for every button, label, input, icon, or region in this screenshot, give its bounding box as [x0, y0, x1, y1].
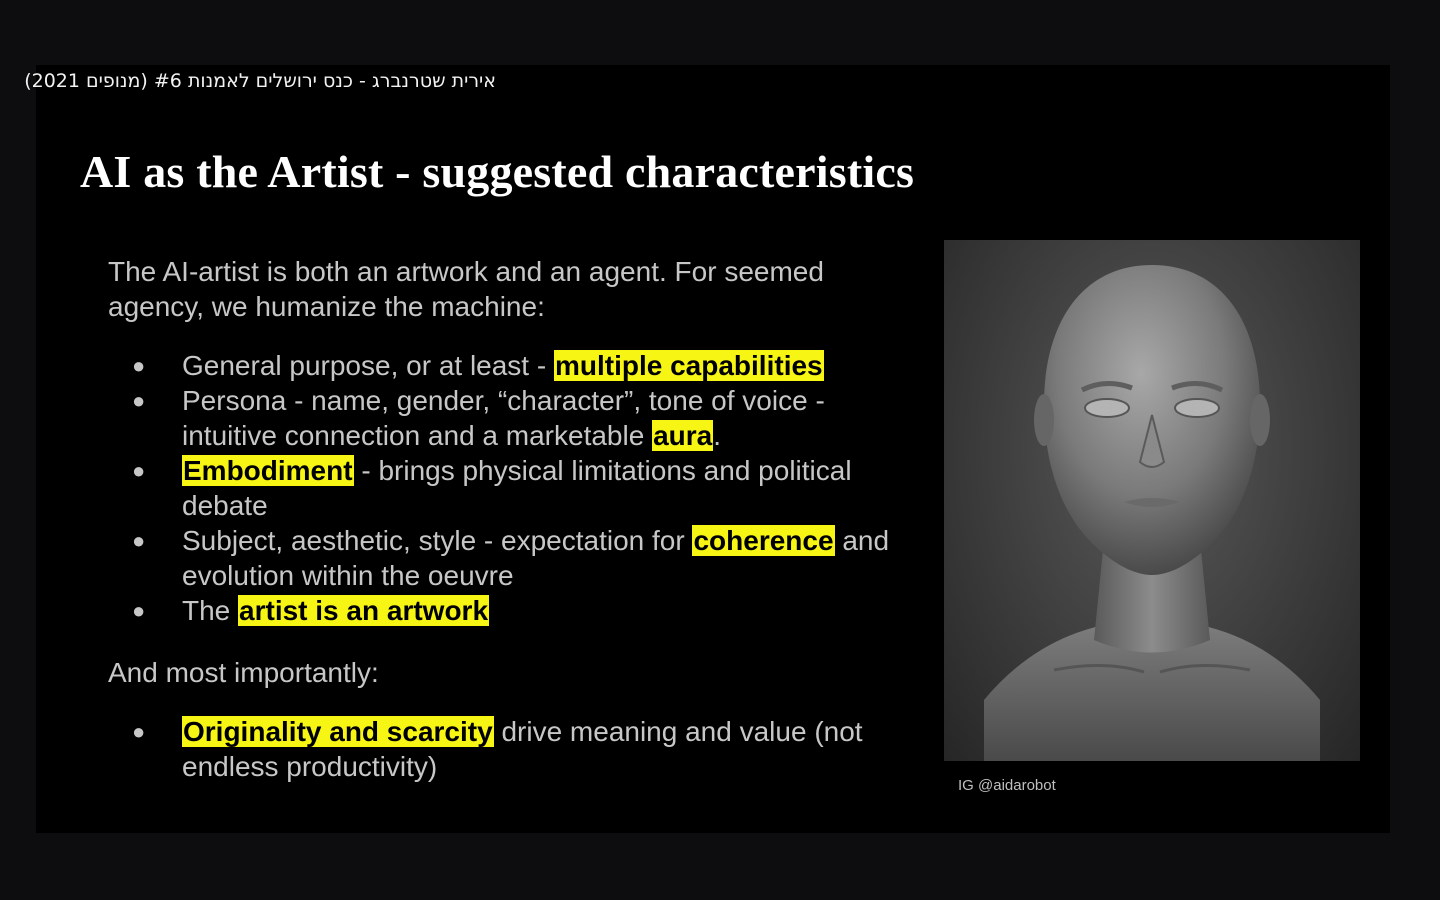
item-text: General purpose, or at least -	[182, 350, 554, 381]
item-text-after: .	[713, 420, 722, 451]
slide-intro: The AI-artist is both an artwork and an …	[108, 256, 824, 322]
slide-title: AI as the Artist - suggested characteris…	[80, 146, 915, 197]
characteristics-list: ● General purpose, or at least - multipl…	[108, 348, 918, 628]
final-list: ● Originality and scarcity drive meaning…	[108, 714, 918, 784]
list-item: ● Originality and scarcity drive meaning…	[108, 714, 918, 784]
bullet-icon: ●	[132, 458, 146, 483]
more-label: And most importantly:	[108, 657, 379, 688]
item-highlight: Originality and scarcity	[182, 716, 494, 747]
item-highlight: coherence	[692, 525, 835, 556]
item-text: Subject, aesthetic, style - expectation …	[182, 525, 693, 556]
item-highlight: multiple capabilities	[553, 350, 824, 381]
bullet-icon: ●	[132, 719, 146, 744]
bullet-icon: ●	[132, 528, 146, 553]
item-highlight: aura	[652, 420, 714, 451]
item-highlight: Embodiment	[182, 455, 354, 486]
bullet-icon: ●	[132, 598, 146, 623]
item-highlight: artist is an artwork	[238, 595, 490, 626]
item-text: Persona - name, gender, “character”, ton…	[182, 385, 825, 451]
bullet-icon: ●	[132, 388, 146, 413]
list-item: ● Embodiment - brings physical limitatio…	[108, 453, 918, 523]
list-item: ● Subject, aesthetic, style - expectatio…	[108, 523, 918, 593]
list-item: ● General purpose, or at least - multipl…	[108, 348, 918, 383]
list-item: ● The artist is an artwork	[108, 593, 918, 628]
sculpted-head-bust-icon	[944, 240, 1360, 761]
bullet-icon: ●	[132, 353, 146, 378]
image-credit: IG @aidarobot	[958, 777, 1056, 794]
video-title: אירית שטרנברג - כנס ירושלים לאמנות #6 (מ…	[24, 70, 496, 92]
list-item: ● Persona - name, gender, “character”, t…	[108, 383, 918, 453]
item-text: The	[182, 595, 239, 626]
